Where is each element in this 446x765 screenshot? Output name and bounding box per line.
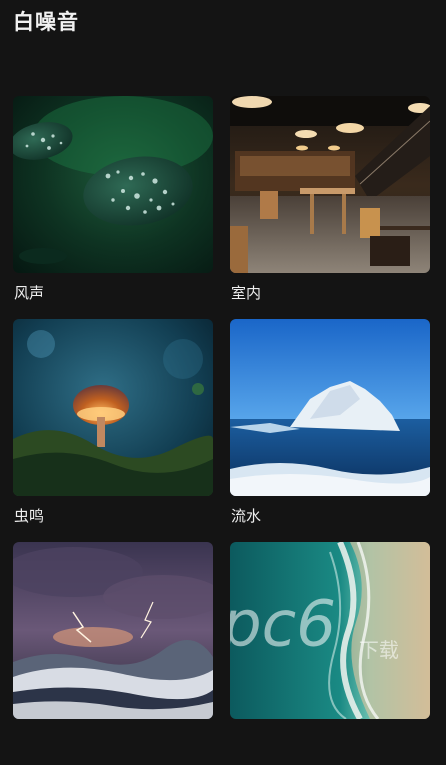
sound-thumbnail-beach: pc6 下载 [230, 542, 430, 719]
sound-grid: 风声 室内 虫鸣 流水 pc6 下载 [13, 96, 431, 765]
sound-card-storm[interactable] [13, 542, 213, 765]
sound-label: 流水 [231, 507, 262, 525]
sound-label: 风声 [14, 284, 45, 302]
sound-thumbnail-water-droplets [13, 96, 213, 273]
sound-thumbnail-mushroom [13, 319, 213, 496]
watermark-logo: pc6 下载 [230, 587, 399, 662]
sound-thumbnail-iceberg [230, 319, 430, 496]
sound-card-indoor[interactable]: 室内 [230, 96, 430, 319]
page-title: 白噪音 [13, 10, 79, 34]
sound-card-insects[interactable]: 虫鸣 [13, 319, 213, 542]
sound-thumbnail-stormy-sea [13, 542, 213, 719]
sound-label: 室内 [231, 284, 262, 302]
sound-card-water[interactable]: 流水 [230, 319, 430, 542]
sound-card-wind[interactable]: 风声 [13, 96, 213, 319]
sound-card-shore[interactable]: pc6 下载 [230, 542, 430, 765]
svg-text:下载: 下载 [359, 638, 399, 662]
svg-text:pc6: pc6 [230, 587, 336, 660]
sound-label: 虫鸣 [14, 507, 45, 525]
sound-thumbnail-restaurant [230, 96, 430, 273]
